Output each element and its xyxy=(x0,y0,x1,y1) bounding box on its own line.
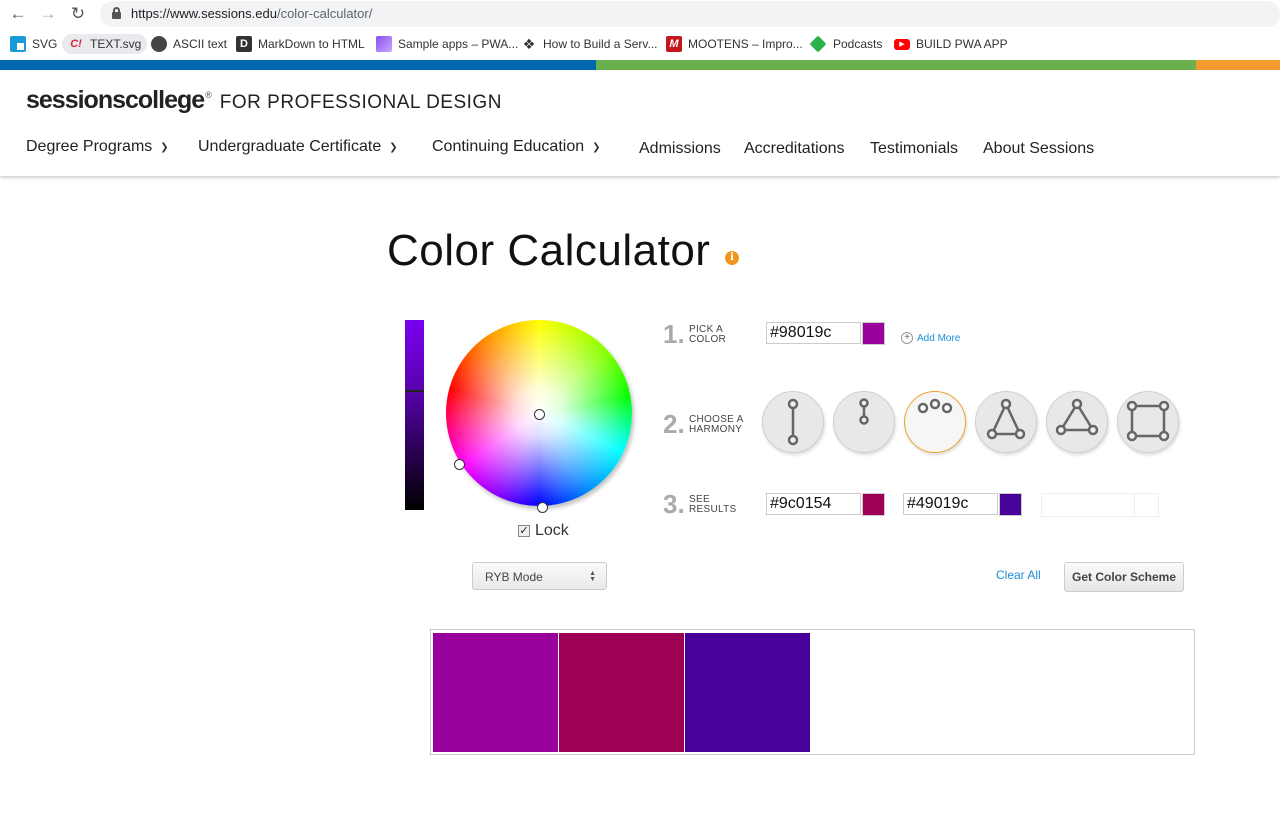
complementary-icon xyxy=(787,398,799,446)
feedly-icon xyxy=(809,35,827,53)
scheme-swatch-1[interactable] xyxy=(433,633,558,752)
bookmark-markdown[interactable]: D MarkDown to HTML xyxy=(236,34,365,54)
bookmark-build-pwa[interactable]: ▶ BUILD PWA APP xyxy=(894,34,1008,54)
forward-arrow-icon[interactable]: → xyxy=(38,4,58,24)
step-number: 1. xyxy=(663,319,685,349)
nav-testimonials[interactable]: Testimonials xyxy=(870,138,958,160)
result-swatch-1[interactable] xyxy=(862,493,885,516)
url-text: https://www.sessions.edu/color-calculato… xyxy=(131,6,373,21)
harmony-square-button[interactable] xyxy=(1117,391,1179,453)
scheme-swatch-3[interactable] xyxy=(685,633,810,752)
square-harmony-icon xyxy=(1126,400,1170,442)
bookmark-text-svg[interactable]: C! TEXT.svg xyxy=(62,34,148,54)
scheme-swatch-2[interactable] xyxy=(559,633,684,752)
add-more-button[interactable]: + Add More xyxy=(901,332,960,344)
pick-color-swatch[interactable] xyxy=(862,322,885,345)
step-label: PICK A COLOR xyxy=(689,323,727,345)
d-letter-icon: D xyxy=(236,36,252,52)
nav-accreditations[interactable]: Accreditations xyxy=(744,138,845,160)
brightness-slider-handle[interactable] xyxy=(405,390,424,392)
get-color-scheme-button[interactable]: Get Color Scheme xyxy=(1064,562,1184,592)
checkbox-checked-icon[interactable]: ✓ xyxy=(518,525,530,537)
step-see-results: 3. SEE RESULTS xyxy=(663,489,736,520)
site-header: sessionscollege ® FOR PROFESSIONAL DESIG… xyxy=(0,70,1280,176)
wheel-handle-left[interactable] xyxy=(454,459,465,470)
bookmark-podcasts[interactable]: Podcasts xyxy=(809,34,882,54)
bookmarks-bar: SVG C! TEXT.svg ASCII text D MarkDown to H… xyxy=(0,28,1280,60)
chevron-down-icon: ❯ xyxy=(592,141,601,153)
step-number: 3. xyxy=(663,489,685,519)
step-label: SEE RESULTS xyxy=(689,493,737,515)
analogous-icon xyxy=(917,398,953,414)
reload-icon[interactable]: ↻ xyxy=(68,4,88,24)
color-scheme-output xyxy=(430,629,1195,755)
youtube-icon: ▶ xyxy=(894,38,910,50)
harmony-tetradic-triangle-button[interactable] xyxy=(1046,391,1108,453)
wheel-handle-bottom[interactable] xyxy=(537,502,548,513)
bookmark-svg[interactable]: SVG xyxy=(10,34,57,54)
bookmark-sample-apps[interactable]: Sample apps – PWA... xyxy=(376,34,518,54)
harmony-triadic-button[interactable] xyxy=(975,391,1037,453)
logo-tagline: FOR PROFESSIONAL DESIGN xyxy=(219,92,502,113)
bookmark-mootens[interactable]: M MOOTENS – Impro... xyxy=(666,34,803,54)
back-arrow-icon[interactable]: ← xyxy=(8,4,28,24)
nav-degree-programs[interactable]: Degree Programs ❯ xyxy=(26,136,169,158)
result-hex-input-1[interactable] xyxy=(766,493,861,515)
globe-icon xyxy=(151,36,167,52)
nav-about-sessions[interactable]: About Sessions xyxy=(983,138,1094,160)
lock-label: Lock xyxy=(535,522,569,539)
m-letter-icon: M xyxy=(666,36,682,52)
result-hex-input-2[interactable] xyxy=(903,493,998,515)
site-logo[interactable]: sessionscollege ® FOR PROFESSIONAL DESIG… xyxy=(26,86,502,115)
result-empty-slot xyxy=(1041,493,1159,517)
step-label: CHOOSE A HARMONY xyxy=(689,413,744,435)
chevron-down-icon: ❯ xyxy=(389,141,398,153)
result-swatch-2[interactable] xyxy=(999,493,1022,516)
triadic-icon xyxy=(986,398,1026,440)
bookmark-ascii-text[interactable]: ASCII text xyxy=(151,34,227,54)
address-bar[interactable]: https://www.sessions.edu/color-calculato… xyxy=(100,1,1280,27)
mode-select-value: RYB Mode xyxy=(485,570,543,584)
select-arrows-icon: ▲ ▼ xyxy=(589,570,596,583)
mode-select[interactable]: RYB Mode ▲ ▼ xyxy=(472,562,607,590)
nav-continuing-education[interactable]: Continuing Education ❯ xyxy=(432,136,601,158)
wheel-handle-center[interactable] xyxy=(534,409,545,420)
step-number: 2. xyxy=(663,409,685,439)
plus-circle-icon: + xyxy=(901,332,913,344)
lock-icon xyxy=(112,7,121,19)
bookmark-build-serv[interactable]: ❖ How to Build a Serv... xyxy=(521,34,658,54)
clear-all-link[interactable]: Clear All xyxy=(996,568,1041,582)
pick-color-hex-input[interactable] xyxy=(766,322,861,344)
nav-admissions[interactable]: Admissions xyxy=(639,138,721,160)
browser-toolbar: ← → ↻ https://www.sessions.edu/color-cal… xyxy=(0,0,1280,28)
harmony-split-complementary-button[interactable] xyxy=(833,391,895,453)
step-pick-color: 1. PICK A COLOR xyxy=(663,319,726,350)
harmony-complementary-button[interactable] xyxy=(762,391,824,453)
brightness-slider[interactable] xyxy=(405,320,424,510)
step-choose-harmony: 2. CHOOSE A HARMONY xyxy=(663,409,744,440)
harmony-analogous-button[interactable] xyxy=(904,391,966,453)
codepen-style-icon: C! xyxy=(70,38,82,50)
nav-undergraduate-certificate[interactable]: Undergraduate Certificate ❯ xyxy=(198,136,398,158)
brand-color-bar xyxy=(0,60,1280,70)
svg-bookmark-icon xyxy=(10,36,26,52)
codepen-cube-icon: ❖ xyxy=(522,35,536,52)
triangle-harmony-icon xyxy=(1055,398,1099,436)
lock-checkbox[interactable]: ✓ Lock xyxy=(518,522,569,540)
page-title: Color Calculator xyxy=(387,226,711,275)
logo-registered-mark: ® xyxy=(205,90,212,100)
info-icon[interactable]: i xyxy=(725,251,739,265)
logo-wordmark: sessionscollege xyxy=(26,86,205,114)
split-complementary-icon xyxy=(859,398,869,425)
pwa-gradient-icon xyxy=(376,36,392,52)
chevron-down-icon: ❯ xyxy=(160,141,169,153)
